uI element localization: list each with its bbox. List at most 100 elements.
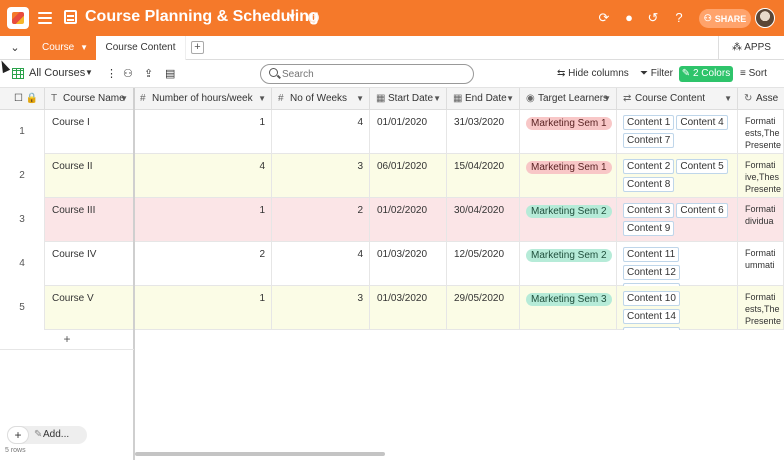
sort-button[interactable]: ≡ Sort	[740, 66, 767, 82]
table-row[interactable]: 1 Course I 1 4 01/01/2020 31/03/2020 Marketing…	[0, 110, 784, 154]
linked-record-chip[interactable]: Content 11	[623, 247, 680, 262]
add-row-button[interactable]: +	[0, 328, 134, 350]
cell-target-learners[interactable]: Marketing Sem 1	[520, 154, 617, 198]
cell-course-content[interactable]: Content 2 Content 5Content 8	[617, 154, 738, 198]
share-button[interactable]: ⚇ SHARE	[699, 9, 751, 28]
cell-assessment[interactable]: Formati ests,The Presente	[738, 286, 784, 330]
chevron-down-icon[interactable]: ▼	[80, 36, 88, 60]
chevron-down-icon[interactable]: ▼	[287, 12, 297, 23]
bell-icon[interactable]: ●	[622, 11, 636, 25]
row-number[interactable]: 5	[0, 286, 45, 330]
column-header-target-learners[interactable]: ◉ Target Learners ▼	[520, 88, 617, 110]
apps-button[interactable]: ⁂ APPS	[718, 36, 784, 60]
row-number[interactable]: 2	[0, 154, 45, 198]
chevron-down-icon[interactable]: ▼	[258, 88, 266, 109]
cell-start[interactable]: 01/03/2020	[370, 286, 447, 330]
table-row[interactable]: 2 Course II 4 3 06/01/2020 15/04/2020 Marketin…	[0, 154, 784, 198]
cell-course-content[interactable]: Content 10 Content 14 Content 15	[617, 286, 738, 330]
base-title[interactable]: Course Planning & Scheduling	[85, 8, 319, 26]
cell-end[interactable]: 29/05/2020	[447, 286, 520, 330]
more-options-icon[interactable]: ⋮	[106, 67, 117, 80]
cell-hours[interactable]: 4	[134, 154, 272, 198]
info-icon[interactable]: i	[308, 12, 319, 23]
chevron-down-icon[interactable]: ▼	[603, 88, 611, 109]
cell-course-content[interactable]: Content 1 Content 4Content 7	[617, 110, 738, 154]
table-row[interactable]: 5 Course V 1 3 01/03/2020 29/05/2020 Marketing…	[0, 286, 784, 330]
frozen-column-divider[interactable]	[133, 88, 135, 460]
collapse-chevron-icon[interactable]: ⌄	[0, 36, 30, 60]
cell-start[interactable]: 01/03/2020	[370, 242, 447, 286]
linked-record-chip[interactable]: Content 15	[623, 327, 680, 330]
row-number[interactable]: 1	[0, 110, 45, 154]
linked-record-chip[interactable]: Content 1	[623, 115, 675, 130]
chevron-down-icon[interactable]: ▼	[506, 88, 514, 109]
filter-button[interactable]: ⏷ Filter	[640, 66, 673, 82]
add-record-button[interactable]: + ✎ Add...	[7, 426, 87, 444]
cell-assessment[interactable]: Formati ive,Thes Presente	[738, 154, 784, 198]
cell-name[interactable]: Course II	[45, 154, 134, 198]
cell-target-learners[interactable]: Marketing Sem 3	[520, 286, 617, 330]
colors-button[interactable]: ✎ 2 Colors	[679, 66, 733, 82]
chevron-down-icon[interactable]: ▼	[120, 88, 128, 109]
cell-name[interactable]: Course IV	[45, 242, 134, 286]
cell-weeks[interactable]: 4	[272, 242, 370, 286]
row-height-icon[interactable]: ▤	[165, 67, 175, 80]
history-icon[interactable]: ↺	[646, 11, 660, 25]
row-number[interactable]: 4	[0, 242, 45, 286]
cell-course-content[interactable]: Content 11Content 12Content 13	[617, 242, 738, 286]
tab-course[interactable]: Course ▼	[30, 36, 96, 60]
cell-target-learners[interactable]: Marketing Sem 1	[520, 110, 617, 154]
cell-course-content[interactable]: Content 3 Content 6Content 9	[617, 198, 738, 242]
column-header-course-name[interactable]: T Course Name ▼	[45, 88, 134, 110]
cell-name[interactable]: Course I	[45, 110, 134, 154]
cell-assessment[interactable]: Formati ummati	[738, 242, 784, 286]
cell-weeks[interactable]: 3	[272, 286, 370, 330]
cell-hours[interactable]: 2	[134, 242, 272, 286]
linked-record-chip[interactable]: Content 12	[623, 265, 680, 280]
cell-name[interactable]: Course V	[45, 286, 134, 330]
horizontal-scrollbar[interactable]	[135, 452, 385, 456]
column-header-course-content[interactable]: ⇄ Course Content ▼	[617, 88, 738, 110]
view-switcher[interactable]: All Courses	[29, 67, 85, 79]
cell-end[interactable]: 12/05/2020	[447, 242, 520, 286]
column-header-start-date[interactable]: ▦ Start Date ▼	[370, 88, 447, 110]
table-row[interactable]: 4 Course IV 2 4 01/03/2020 12/05/2020 Marketin…	[0, 242, 784, 286]
cell-assessment[interactable]: Formati dividua	[738, 198, 784, 242]
cell-weeks[interactable]: 4	[272, 110, 370, 154]
chevron-down-icon[interactable]: ▼	[433, 88, 441, 109]
search-input-box[interactable]	[260, 64, 474, 84]
cell-start[interactable]: 06/01/2020	[370, 154, 447, 198]
cell-target-learners[interactable]: Marketing Sem 2	[520, 198, 617, 242]
share-view-icon[interactable]: ⇪	[144, 67, 153, 80]
linked-record-chip[interactable]: Content 10	[623, 291, 680, 306]
app-logo[interactable]	[7, 7, 29, 29]
sync-icon[interactable]: ⟳	[597, 11, 611, 25]
linked-record-chip[interactable]: Content 4	[676, 115, 728, 130]
cell-weeks[interactable]: 2	[272, 198, 370, 242]
linked-record-chip[interactable]: Content 9	[623, 221, 675, 236]
cell-target-learners[interactable]: Marketing Sem 2	[520, 242, 617, 286]
cell-weeks[interactable]: 3	[272, 154, 370, 198]
linked-record-chip[interactable]: Content 8	[623, 177, 675, 192]
tab-course-content[interactable]: Course Content	[96, 36, 186, 60]
search-input[interactable]	[282, 67, 467, 81]
cell-end[interactable]: 31/03/2020	[447, 110, 520, 154]
cell-end[interactable]: 15/04/2020	[447, 154, 520, 198]
cell-start[interactable]: 01/01/2020	[370, 110, 447, 154]
linked-record-chip[interactable]: Content 14	[623, 309, 680, 324]
cell-hours[interactable]: 1	[134, 286, 272, 330]
menu-icon[interactable]	[38, 10, 52, 24]
column-header-hours-week[interactable]: # Number of hours/week ▼	[134, 88, 272, 110]
cell-hours[interactable]: 1	[134, 110, 272, 154]
column-header-no-of-weeks[interactable]: # No of Weeks ▼	[272, 88, 370, 110]
linked-record-chip[interactable]: Content 5	[676, 159, 728, 174]
chevron-down-icon[interactable]: ▼	[356, 88, 364, 109]
cell-assessment[interactable]: Formati ests,The Presente	[738, 110, 784, 154]
help-icon[interactable]: ?	[672, 11, 686, 25]
linked-record-chip[interactable]: Content 6	[676, 203, 728, 218]
avatar[interactable]	[755, 8, 775, 28]
row-number[interactable]: 3	[0, 198, 45, 242]
hide-columns-button[interactable]: ⇆ Hide columns	[557, 66, 629, 82]
column-header-assessment[interactable]: ↻ Asse	[738, 88, 784, 110]
cell-end[interactable]: 30/04/2020	[447, 198, 520, 242]
